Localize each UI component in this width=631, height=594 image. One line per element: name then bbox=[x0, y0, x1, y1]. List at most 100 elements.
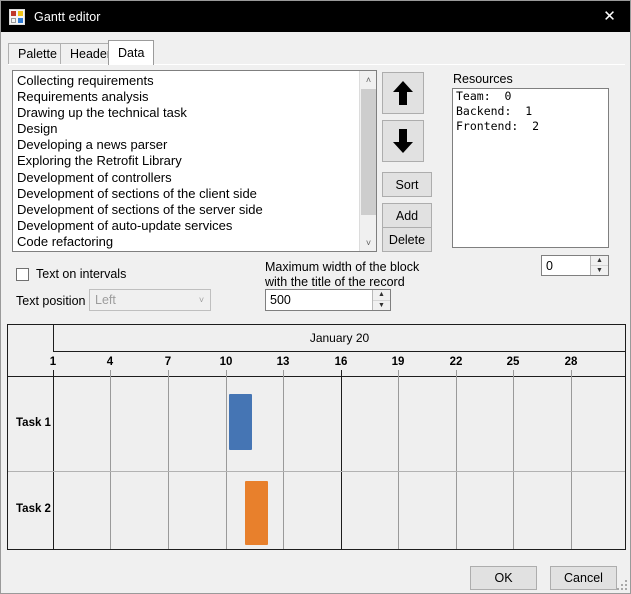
max-width-label: Maximum width of the block with the titl… bbox=[265, 260, 420, 289]
list-item[interactable]: Development of controllers bbox=[13, 170, 358, 186]
text-on-intervals-row[interactable]: Text on intervals bbox=[16, 267, 126, 281]
gantt-day-label: 19 bbox=[391, 356, 405, 368]
text-position-select[interactable]: Left ˅ bbox=[89, 289, 211, 311]
gantt-day-tick bbox=[283, 370, 284, 377]
window-title: Gantt editor bbox=[34, 9, 101, 24]
titlebar: Gantt editor ✕ bbox=[1, 1, 630, 32]
grip-dot bbox=[621, 588, 623, 590]
list-item[interactable]: Drawing up the technical task bbox=[13, 105, 358, 121]
gantt-gridline bbox=[571, 377, 572, 549]
gantt-day-tick bbox=[398, 370, 399, 377]
add-button[interactable]: Add bbox=[382, 203, 432, 228]
resize-grip[interactable] bbox=[615, 578, 627, 590]
list-item[interactable]: Exploring the Retrofit Library bbox=[13, 153, 358, 169]
gantt-gridline bbox=[168, 377, 169, 549]
task-list-items: Collecting requirements Requirements ana… bbox=[13, 73, 358, 250]
gantt-day-row: 1 4 7 10 13 16 19 22 25 28 bbox=[8, 352, 625, 377]
stepper-down-icon[interactable]: ▼ bbox=[591, 266, 608, 275]
stepper-up-icon[interactable]: ▲ bbox=[373, 290, 390, 301]
gantt-day-label: 7 bbox=[164, 356, 172, 368]
sort-button[interactable]: Sort bbox=[382, 172, 432, 197]
gantt-day-tick bbox=[53, 370, 54, 377]
gantt-day-tick bbox=[168, 370, 169, 377]
list-item[interactable]: Design bbox=[13, 121, 358, 137]
gantt-gridline bbox=[110, 377, 111, 549]
gantt-day-tick bbox=[341, 370, 342, 377]
stepper-down-icon[interactable]: ▼ bbox=[373, 300, 390, 310]
chevron-down-icon: ˅ bbox=[198, 295, 205, 305]
gantt-gridline bbox=[513, 377, 514, 549]
right-stepper-buttons[interactable]: ▲ ▼ bbox=[590, 256, 608, 275]
gantt-bar[interactable] bbox=[245, 481, 268, 545]
resources-list[interactable]: Team: 0 Backend: 1 Frontend: 2 bbox=[452, 88, 609, 248]
grip-dot bbox=[617, 588, 619, 590]
gantt-day-label: 16 bbox=[334, 356, 348, 368]
gantt-day-tick bbox=[571, 370, 572, 377]
grip-dot bbox=[625, 584, 627, 586]
gantt-day-label: 28 bbox=[564, 356, 578, 368]
max-width-stepper[interactable]: 500 ▲ ▼ bbox=[265, 289, 391, 311]
list-item[interactable]: Collecting requirements bbox=[13, 73, 358, 89]
gantt-gridline bbox=[398, 377, 399, 549]
text-on-intervals-checkbox[interactable] bbox=[16, 267, 29, 281]
move-up-button[interactable] bbox=[382, 72, 424, 114]
resource-line: Team: 0 bbox=[456, 89, 512, 103]
list-item[interactable]: Development of sections of the server si… bbox=[13, 202, 358, 218]
gantt-bar[interactable] bbox=[229, 394, 252, 450]
gantt-day-label: 13 bbox=[276, 356, 290, 368]
gantt-editor-window: Gantt editor ✕ Palette Header Data Colle… bbox=[0, 0, 631, 594]
tab-bar: Palette Header Data bbox=[8, 40, 625, 65]
stepper-up-icon[interactable]: ▲ bbox=[591, 256, 608, 266]
gantt-row-label: Task 1 bbox=[16, 417, 51, 429]
gantt-row-label: Task 2 bbox=[16, 503, 51, 515]
gantt-month-row: January 20 bbox=[8, 325, 625, 352]
gantt-day-label: 22 bbox=[449, 356, 463, 368]
move-down-button[interactable] bbox=[382, 120, 424, 162]
max-width-value[interactable]: 500 bbox=[266, 290, 372, 310]
gantt-day-label: 25 bbox=[506, 356, 520, 368]
tab-palette[interactable]: Palette bbox=[8, 43, 67, 64]
gantt-day-label: 4 bbox=[106, 356, 114, 368]
gantt-gridline bbox=[456, 377, 457, 549]
text-position-value: Left bbox=[95, 293, 116, 307]
right-stepper-value[interactable]: 0 bbox=[542, 256, 590, 275]
gantt-day-label: 10 bbox=[219, 356, 233, 368]
gantt-chart[interactable]: January 20 1 4 7 10 13 16 19 22 25 28 Task 1 Task … bbox=[7, 324, 626, 550]
scrollbar-thumb[interactable] bbox=[361, 89, 376, 215]
gantt-gridline bbox=[283, 377, 284, 549]
close-icon[interactable]: ✕ bbox=[587, 1, 630, 32]
gantt-day-label: 1 bbox=[49, 356, 57, 368]
tab-data[interactable]: Data bbox=[108, 40, 155, 65]
scroll-down-icon[interactable]: ˅ bbox=[360, 234, 376, 251]
list-item[interactable]: Requirements analysis bbox=[13, 89, 358, 105]
gantt-day-tick bbox=[110, 370, 111, 377]
list-item[interactable]: Development of auto-update services bbox=[13, 218, 358, 234]
grip-dot bbox=[625, 580, 627, 582]
list-item[interactable]: Code refactoring bbox=[13, 234, 358, 250]
right-stepper[interactable]: 0 ▲ ▼ bbox=[541, 255, 609, 276]
gantt-day-tick bbox=[513, 370, 514, 377]
task-list-scrollbar[interactable]: ˄ ˅ bbox=[359, 71, 376, 251]
gantt-gridline bbox=[226, 377, 227, 549]
move-up-arrow-icon bbox=[392, 80, 414, 106]
scroll-up-icon[interactable]: ˄ bbox=[360, 71, 376, 88]
resource-line: Backend: 1 bbox=[456, 104, 533, 118]
text-position-label: Text position bbox=[16, 294, 86, 308]
task-list[interactable]: Collecting requirements Requirements ana… bbox=[12, 70, 377, 252]
gantt-row-divider bbox=[8, 471, 625, 472]
app-grid-icon bbox=[9, 8, 25, 25]
gantt-day-tick bbox=[226, 370, 227, 377]
list-item[interactable]: Development of sections of the client si… bbox=[13, 186, 358, 202]
max-width-stepper-buttons[interactable]: ▲ ▼ bbox=[372, 290, 390, 310]
gantt-month-label: January 20 bbox=[53, 325, 625, 352]
grip-dot bbox=[621, 584, 623, 586]
delete-button[interactable]: Delete bbox=[382, 227, 432, 252]
cancel-button[interactable]: Cancel bbox=[550, 566, 617, 590]
gantt-gridline bbox=[53, 377, 54, 549]
tab-panel-edge bbox=[8, 64, 625, 65]
list-item[interactable]: Developing a news parser bbox=[13, 137, 358, 153]
text-on-intervals-label: Text on intervals bbox=[36, 267, 127, 281]
ok-button[interactable]: OK bbox=[470, 566, 537, 590]
gantt-body: Task 1 Task 2 bbox=[8, 377, 625, 549]
gantt-gridline bbox=[341, 377, 342, 549]
